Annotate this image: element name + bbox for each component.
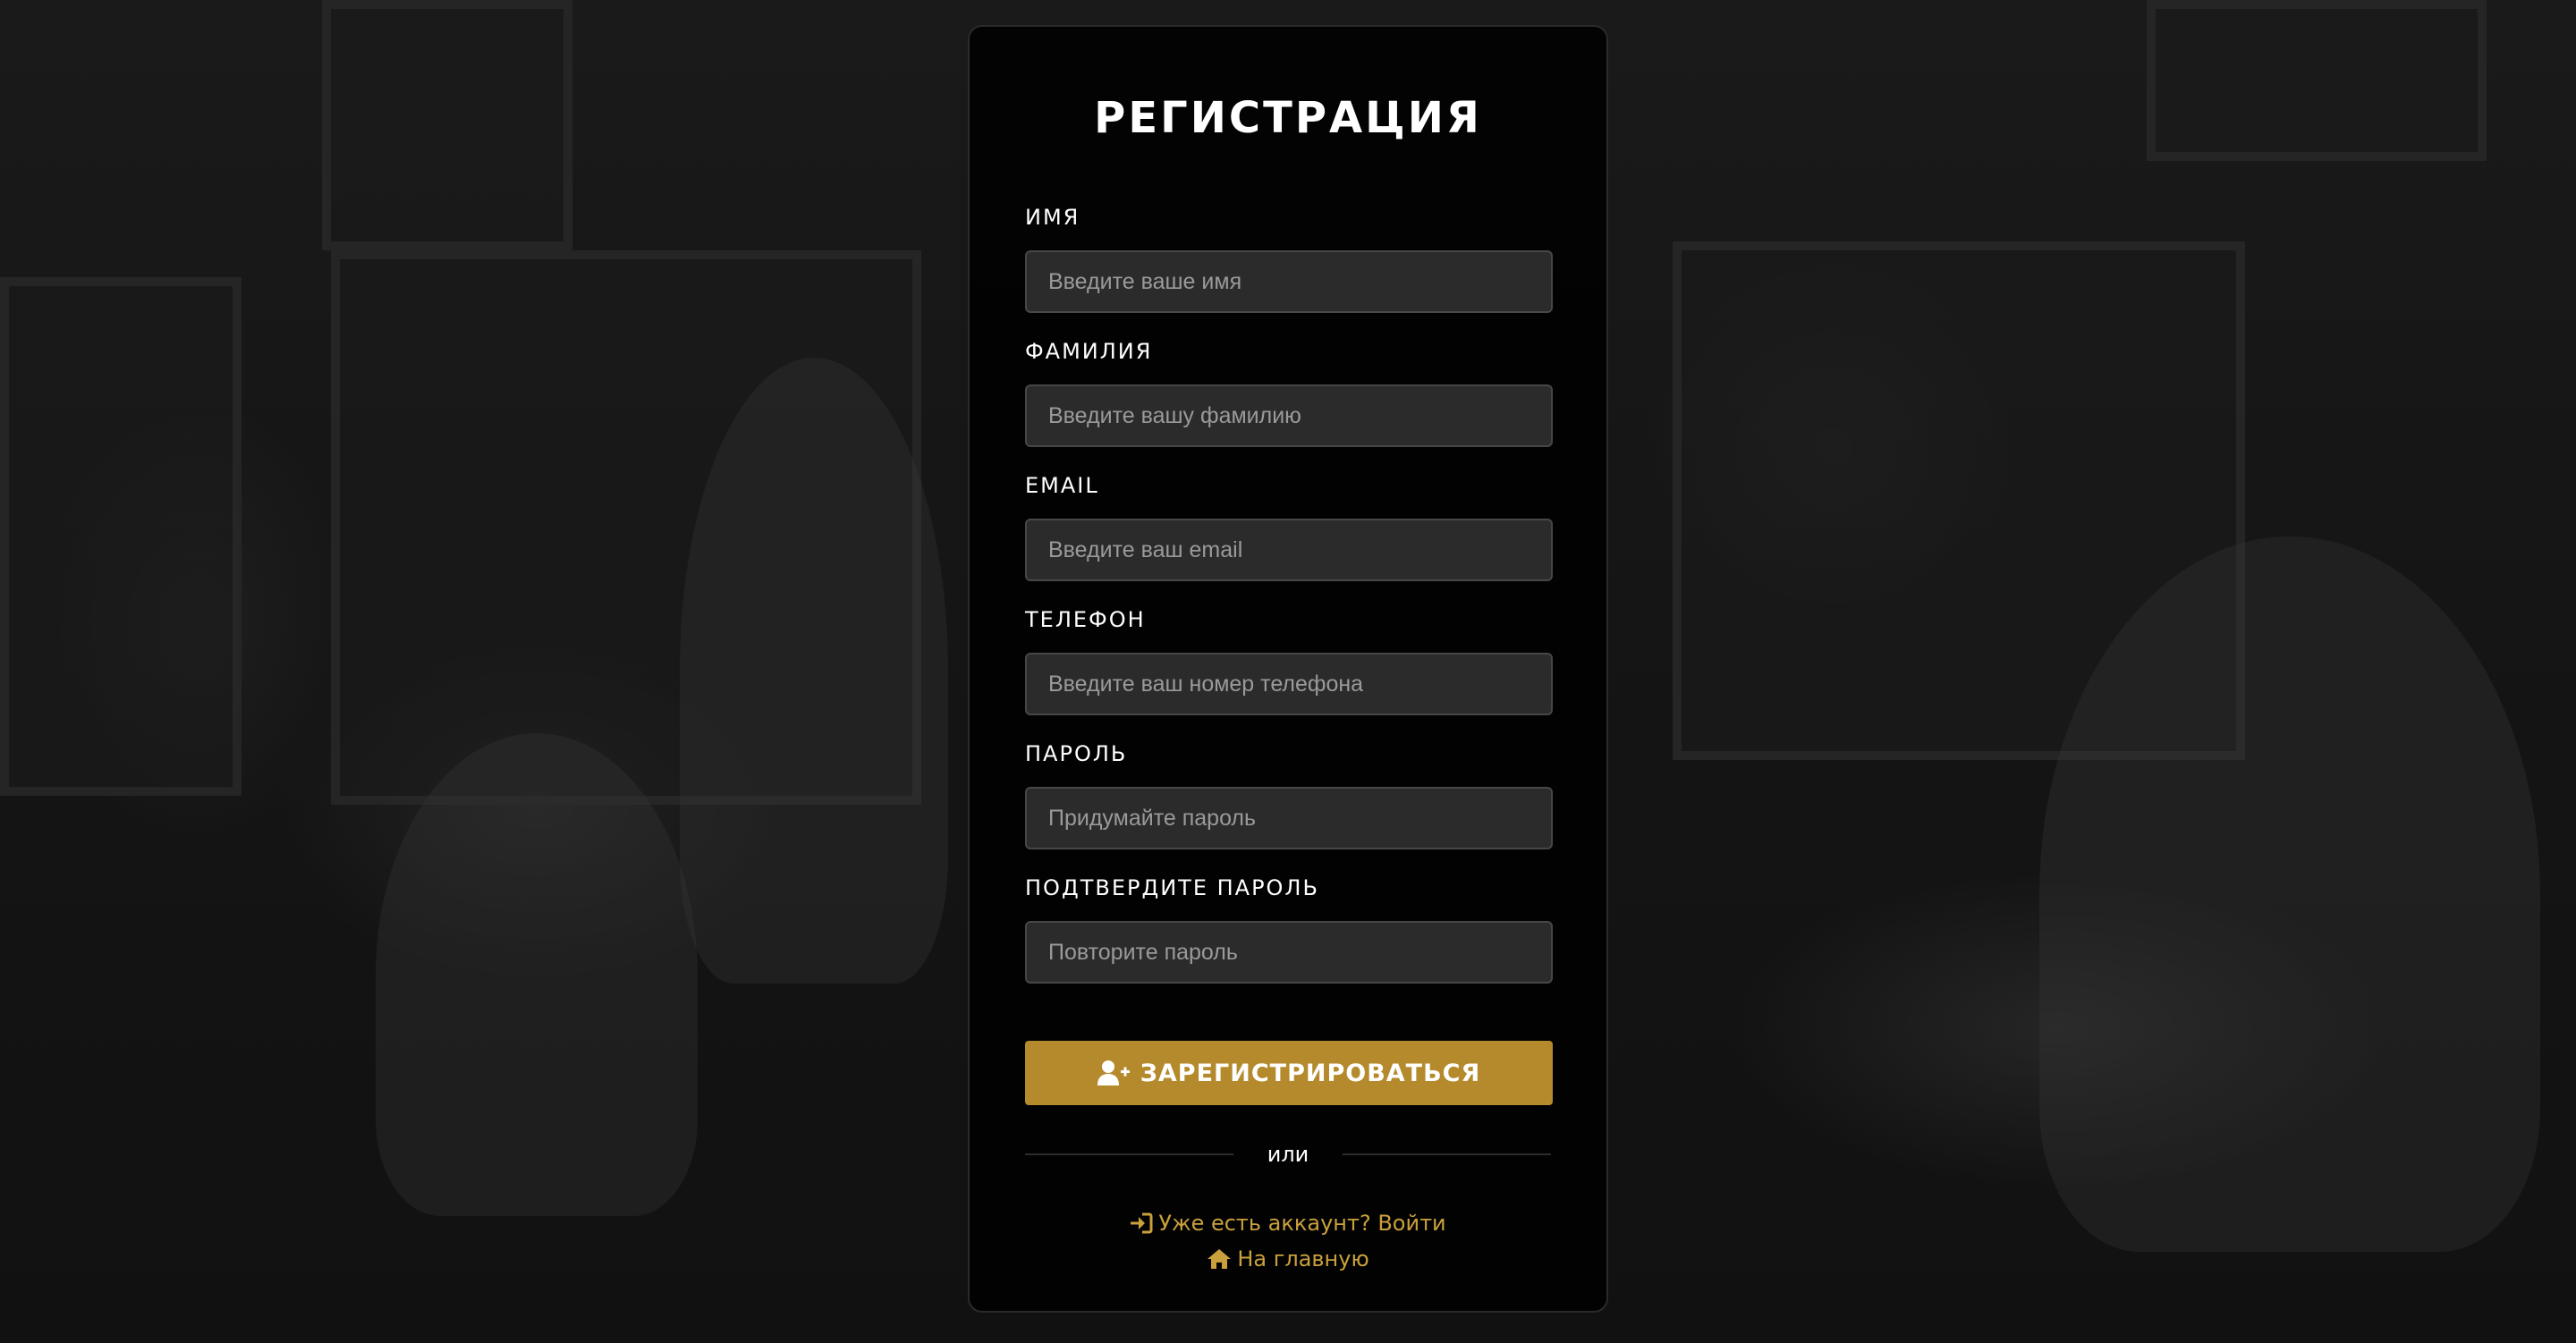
confirm-password-label: ПОДТВЕРДИТЕ ПАРОЛЬ bbox=[1025, 875, 1319, 900]
phone-input[interactable] bbox=[1025, 653, 1553, 715]
last-name-label: ФАМИЛИЯ bbox=[1025, 339, 1153, 364]
first-name-input[interactable] bbox=[1025, 250, 1553, 313]
register-button[interactable]: ЗАРЕГИСТРИРОВАТЬСЯ bbox=[1025, 1041, 1553, 1105]
email-label: EMAIL bbox=[1025, 473, 1099, 498]
first-name-label: ИМЯ bbox=[1025, 205, 1080, 230]
client-silhouette bbox=[376, 733, 698, 1216]
login-link[interactable]: Уже есть аккаунт? Войти bbox=[1130, 1205, 1446, 1241]
email-input[interactable] bbox=[1025, 519, 1553, 581]
barber-silhouette bbox=[680, 358, 948, 984]
divider-line-left bbox=[1025, 1153, 1233, 1155]
window-left bbox=[0, 277, 242, 796]
home-link-label: На главную bbox=[1237, 1246, 1369, 1271]
confirm-password-input[interactable] bbox=[1025, 921, 1553, 984]
auth-links: Уже есть аккаунт? Войти На главную bbox=[1025, 1205, 1551, 1277]
caped-client-silhouette bbox=[2039, 536, 2540, 1252]
last-name-input[interactable] bbox=[1025, 384, 1553, 447]
home-icon bbox=[1207, 1248, 1232, 1270]
password-label: ПАРОЛЬ bbox=[1025, 741, 1128, 766]
first-name-group: ИМЯ bbox=[1025, 204, 1553, 313]
confirm-password-group: ПОДТВЕРДИТЕ ПАРОЛЬ bbox=[1025, 874, 1553, 984]
last-name-group: ФАМИЛИЯ bbox=[1025, 338, 1553, 447]
password-group: ПАРОЛЬ bbox=[1025, 740, 1553, 849]
login-link-label: Уже есть аккаунт? Войти bbox=[1158, 1211, 1446, 1236]
phone-group: ТЕЛЕФОН bbox=[1025, 606, 1553, 715]
user-plus-icon bbox=[1097, 1060, 1130, 1086]
sign-in-icon bbox=[1130, 1212, 1153, 1234]
phone-label: ТЕЛЕФОН bbox=[1025, 607, 1146, 632]
email-group: EMAIL bbox=[1025, 472, 1553, 581]
registration-card: РЕГИСТРАЦИЯ ИМЯ ФАМИЛИЯ EMAIL ТЕЛЕФОН ПА… bbox=[968, 25, 1608, 1313]
home-link[interactable]: На главную bbox=[1207, 1241, 1369, 1277]
picture-frame-right bbox=[2147, 0, 2487, 161]
divider-text: или bbox=[1267, 1142, 1309, 1167]
password-input[interactable] bbox=[1025, 787, 1553, 849]
picture-frame bbox=[322, 0, 572, 250]
page-title: РЕГИСТРАЦИЯ bbox=[1094, 93, 1482, 143]
register-button-label: ЗАРЕГИСТРИРОВАТЬСЯ bbox=[1140, 1059, 1481, 1087]
divider-line-right bbox=[1343, 1153, 1552, 1155]
or-divider: или bbox=[1025, 1141, 1552, 1168]
